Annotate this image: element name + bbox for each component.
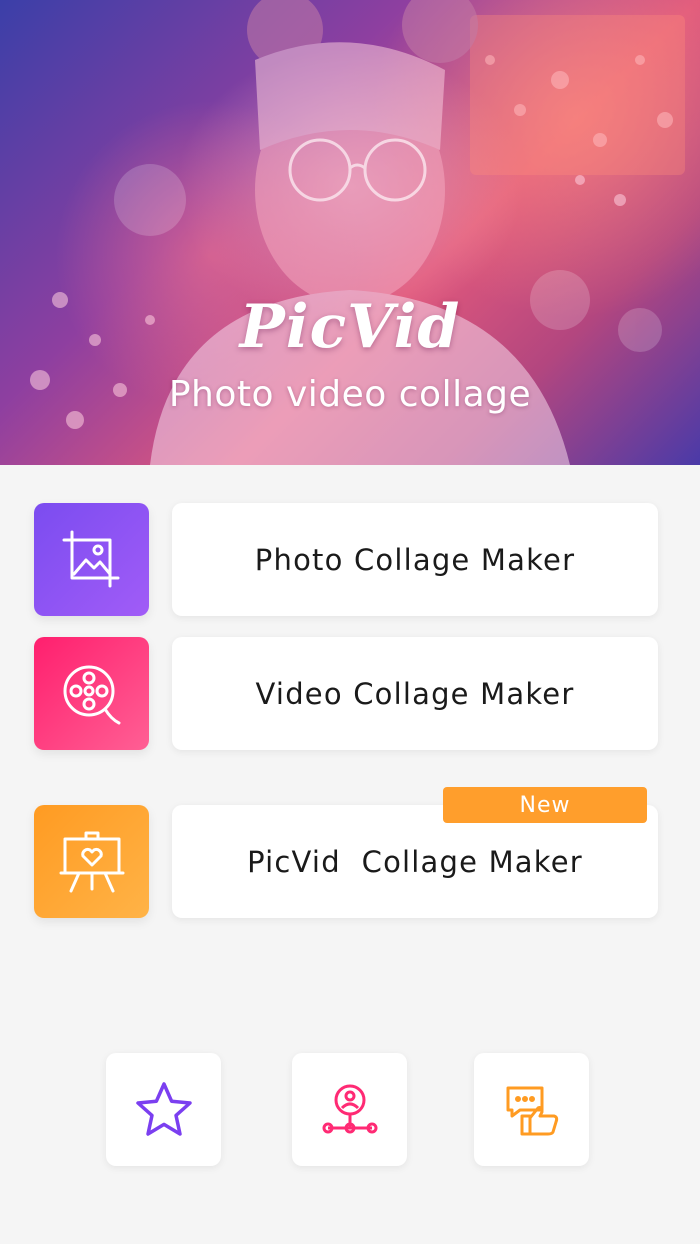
video-collage-icon-button[interactable] bbox=[34, 637, 149, 750]
feedback-button[interactable] bbox=[474, 1053, 589, 1166]
hero-banner: PicVid Photo video collage bbox=[0, 0, 700, 465]
profile-share-icon bbox=[322, 1084, 377, 1133]
video-collage-maker-label: Video Collage Maker bbox=[255, 676, 575, 711]
star-icon bbox=[135, 1081, 192, 1136]
photo-collage-icon-button[interactable] bbox=[34, 503, 149, 616]
picvid-collage-icon-button[interactable] bbox=[34, 805, 149, 918]
app-subtitle: Photo video collage bbox=[168, 374, 532, 415]
crop-image-icon bbox=[62, 530, 119, 587]
photo-collage-maker-button[interactable]: Photo Collage Maker bbox=[172, 503, 658, 616]
photo-collage-maker-label: Photo Collage Maker bbox=[254, 542, 576, 577]
rate-button[interactable] bbox=[106, 1053, 221, 1166]
share-button[interactable] bbox=[292, 1053, 407, 1166]
new-badge: New bbox=[443, 787, 647, 823]
film-reel-icon bbox=[63, 665, 120, 724]
app-title: PicVid bbox=[239, 292, 461, 362]
feedback-like-icon bbox=[506, 1086, 558, 1135]
video-collage-maker-button[interactable]: Video Collage Maker bbox=[172, 637, 658, 750]
easel-heart-icon bbox=[59, 831, 124, 892]
picvid-collage-maker-label: PicVid Collage Maker bbox=[247, 844, 583, 879]
